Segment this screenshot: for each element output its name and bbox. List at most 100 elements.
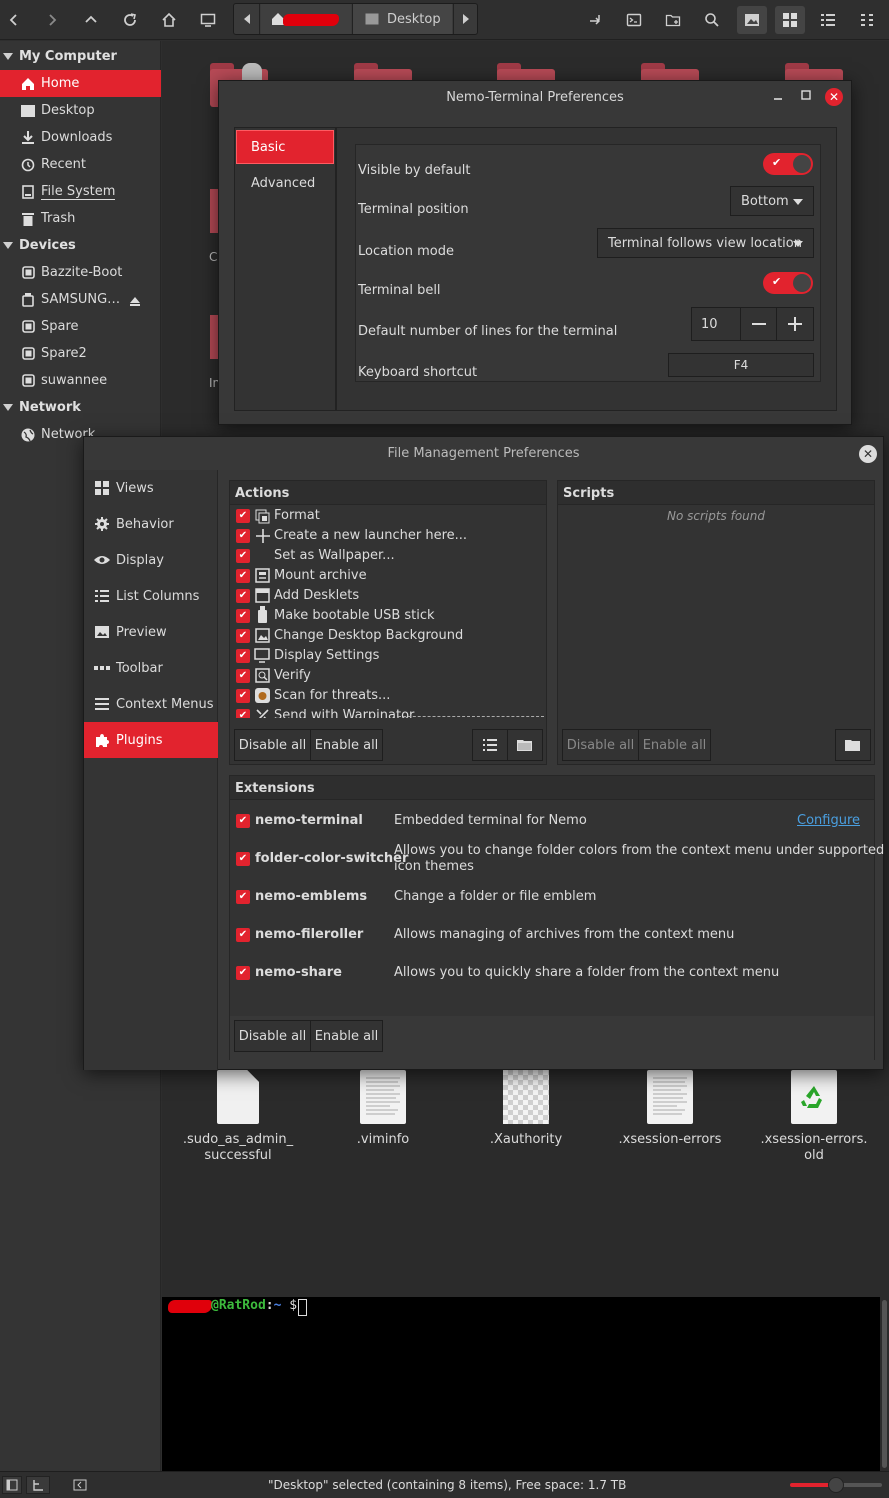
sidebar-item-home[interactable]: Home: [0, 70, 161, 97]
extensions-enable-all-button[interactable]: Enable all: [310, 1020, 383, 1052]
forward-icon[interactable]: [38, 6, 66, 34]
file-icon[interactable]: [217, 1070, 259, 1124]
sidebar-item-spare2[interactable]: Spare2: [0, 340, 161, 367]
layout-editor-icon[interactable]: [472, 729, 508, 761]
tab-basic[interactable]: Basic: [236, 130, 334, 164]
close-icon[interactable]: ✕: [825, 88, 843, 106]
extension-checkbox[interactable]: ✔: [236, 966, 250, 980]
view-list-icon[interactable]: [814, 6, 842, 34]
terminal-icon[interactable]: [620, 6, 648, 34]
sidebar-toggle-icon[interactable]: [68, 1476, 92, 1494]
sidebar-item-label: suwannee: [41, 373, 108, 388]
search-icon[interactable]: [698, 6, 726, 34]
maximize-icon[interactable]: [801, 90, 811, 100]
nav-list-columns[interactable]: List Columns: [84, 578, 218, 614]
sidebar-item-bazzite-boot[interactable]: Bazzite-Boot: [0, 259, 161, 286]
path-crumb-home[interactable]: [261, 4, 351, 34]
action-checkbox[interactable]: ✔: [236, 649, 250, 663]
path-crumb-desktop[interactable]: Desktop: [352, 4, 452, 34]
visible-by-default-toggle[interactable]: ✔: [763, 153, 813, 175]
sidebar-item-spare[interactable]: Spare: [0, 313, 161, 340]
sidebar-section-devices[interactable]: Devices: [0, 233, 161, 257]
location-mode-dropdown[interactable]: Terminal follows view location: [597, 228, 814, 258]
minimize-icon[interactable]: [773, 89, 783, 103]
view-icons-icon[interactable]: [775, 6, 805, 34]
nav-plugins[interactable]: Plugins: [84, 722, 218, 758]
sidebar-item-recent[interactable]: Recent: [0, 151, 161, 178]
drive-icon: [20, 346, 36, 362]
file-name-viminfo[interactable]: .viminfo: [318, 1132, 448, 1148]
actions-enable-all-button[interactable]: Enable all: [310, 729, 383, 761]
extensions-disable-all-button[interactable]: Disable all: [234, 1020, 311, 1052]
sidebar-section-my-computer[interactable]: My Computer: [0, 44, 161, 68]
up-icon[interactable]: [77, 6, 105, 34]
action-checkbox[interactable]: ✔: [236, 689, 250, 703]
extension-checkbox[interactable]: ✔: [236, 928, 250, 942]
sidebar-item-downloads[interactable]: Downloads: [0, 124, 161, 151]
open-scripts-folder-icon[interactable]: [835, 729, 871, 761]
reload-icon[interactable]: [116, 6, 144, 34]
action-checkbox[interactable]: ✔: [236, 609, 250, 623]
back-icon[interactable]: [0, 6, 28, 34]
default-lines-spinbutton[interactable]: 10: [691, 307, 814, 341]
nav-preview[interactable]: Preview: [84, 614, 218, 650]
extension-checkbox[interactable]: ✔: [236, 852, 250, 866]
sidebar-item-samsung[interactable]: SAMSUNG…: [0, 286, 161, 313]
scripts-enable-all-button[interactable]: Enable all: [638, 729, 711, 761]
action-checkbox[interactable]: ✔: [236, 509, 250, 523]
actions-disable-all-button[interactable]: Disable all: [234, 729, 311, 761]
nav-display[interactable]: Display: [84, 542, 218, 578]
action-checkbox[interactable]: ✔: [236, 709, 250, 718]
tree-toggle-icon[interactable]: [26, 1476, 50, 1494]
view-thumbnails-icon[interactable]: [737, 6, 767, 34]
recycle-file-icon[interactable]: [791, 1070, 837, 1124]
sidebar-item-suwannee[interactable]: suwannee: [0, 367, 161, 394]
tab-advanced[interactable]: Advanced: [236, 166, 334, 200]
computer-icon[interactable]: [194, 6, 222, 34]
terminal-position-dropdown[interactable]: Bottom: [730, 186, 814, 216]
configure-link[interactable]: Configure: [797, 813, 860, 828]
view-compact-icon[interactable]: [853, 6, 881, 34]
action-checkbox[interactable]: ✔: [236, 569, 250, 583]
keyboard-shortcut-button[interactable]: F4: [668, 353, 814, 377]
action-checkbox[interactable]: ✔: [236, 589, 250, 603]
close-icon[interactable]: ✕: [859, 445, 877, 463]
action-checkbox[interactable]: ✔: [236, 629, 250, 643]
path-right-arrow-icon[interactable]: [453, 4, 477, 34]
places-toggle-icon[interactable]: [2, 1476, 22, 1494]
open-folder-icon[interactable]: [507, 729, 543, 761]
terminal-scrollbar[interactable]: [880, 1297, 889, 1472]
default-lines-value[interactable]: 10: [692, 308, 741, 340]
sidebar-item-file-system[interactable]: File System: [0, 178, 161, 205]
new-folder-icon[interactable]: [659, 6, 687, 34]
nav-toolbar[interactable]: Toolbar: [84, 650, 218, 686]
file-name-xauthority[interactable]: .Xauthority: [461, 1132, 591, 1148]
zoom-slider-handle[interactable]: [828, 1477, 844, 1493]
xauthority-file-icon[interactable]: [503, 1070, 549, 1124]
plus-icon[interactable]: [777, 308, 813, 340]
open-terminal-icon[interactable]: [581, 6, 609, 34]
action-checkbox[interactable]: ✔: [236, 549, 250, 563]
eject-icon[interactable]: [130, 296, 141, 306]
nav-behavior[interactable]: Behavior: [84, 506, 218, 542]
embedded-terminal[interactable]: @RatRod:~ $: [162, 1297, 880, 1472]
file-name-xsession-errors-old[interactable]: .xsession-errors. old: [749, 1132, 879, 1164]
action-checkbox[interactable]: ✔: [236, 669, 250, 683]
action-checkbox[interactable]: ✔: [236, 529, 250, 543]
extension-checkbox[interactable]: ✔: [236, 890, 250, 904]
path-left-arrow-icon[interactable]: [234, 4, 260, 34]
extension-checkbox[interactable]: ✔: [236, 814, 250, 828]
sidebar-item-desktop[interactable]: Desktop: [0, 97, 161, 124]
file-name-xsession-errors[interactable]: .xsession-errors: [605, 1132, 735, 1148]
sidebar-section-network[interactable]: Network: [0, 395, 161, 419]
terminal-bell-toggle[interactable]: ✔: [763, 272, 813, 294]
text-file-icon[interactable]: [360, 1070, 406, 1124]
sidebar-item-trash[interactable]: Trash: [0, 205, 161, 232]
minus-icon[interactable]: [741, 308, 777, 340]
scripts-disable-all-button[interactable]: Disable all: [562, 729, 639, 761]
nav-views[interactable]: Views: [84, 470, 218, 506]
text-file-icon[interactable]: [647, 1070, 693, 1124]
file-name-sudo[interactable]: .sudo_as_admin_ successful: [173, 1132, 303, 1164]
nav-context-menus[interactable]: Context Menus: [84, 686, 218, 722]
home-icon[interactable]: [155, 6, 183, 34]
